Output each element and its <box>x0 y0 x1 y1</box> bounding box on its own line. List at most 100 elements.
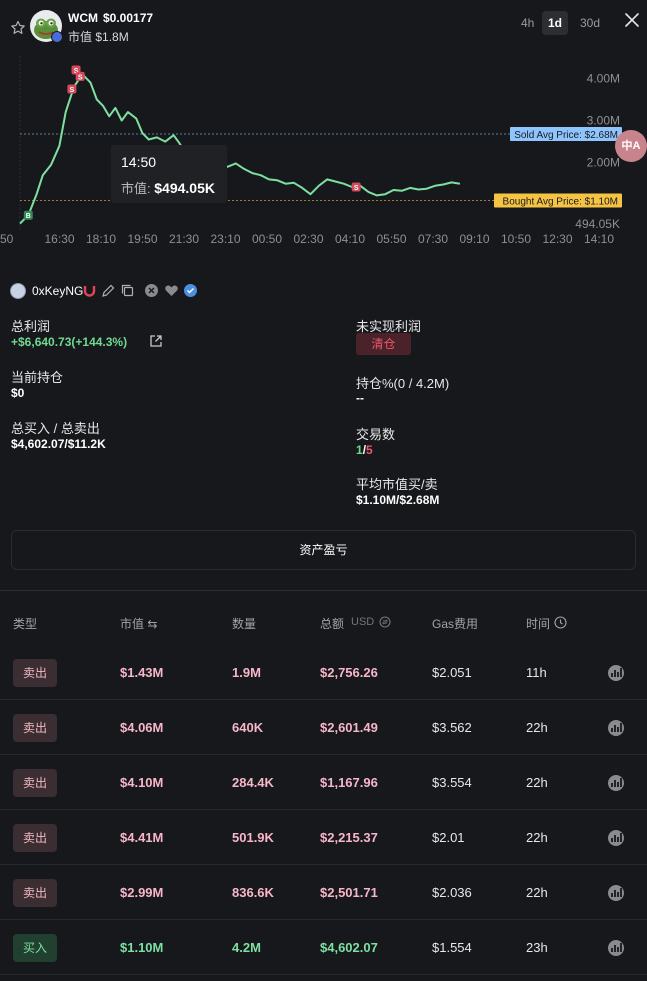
star-outline-icon[interactable] <box>10 20 26 36</box>
chart-icon[interactable] <box>606 663 626 683</box>
sell-marker-label: S <box>78 74 83 81</box>
trade-mcap: $1.10M <box>120 940 164 955</box>
sell-marker-label: S <box>354 185 359 192</box>
tab-range-1d[interactable]: 1d <box>542 11 569 35</box>
total-profit-value: +$6,640.73(+144.3%) <box>11 335 128 349</box>
x-tick-label: 19:50 <box>127 232 157 246</box>
trade-mcap: $4.10M <box>120 775 164 790</box>
table-row[interactable]: 买入 $1.10M 4.2M $4,602.07 $1.554 23h <box>0 920 647 975</box>
translate-float-button[interactable]: 中A <box>615 130 647 162</box>
wallet-name[interactable]: 0xKeyNG <box>32 284 83 298</box>
table-row[interactable]: 卖出 $1.43M 1.9M $2,756.26 $2.051 11h <box>0 645 647 700</box>
buy-sell-total-label: 总买入 / 总卖出 <box>11 421 100 436</box>
trade-mcap: $1.43M <box>120 665 164 680</box>
x-tick-label: 10:50 <box>501 232 531 246</box>
x-tick-label: 50 <box>0 232 14 246</box>
clock-icon[interactable] <box>554 616 567 629</box>
current-holding-value: $0 <box>11 386 25 400</box>
trade-type-tag: 买入 <box>13 934 57 962</box>
trade-qty: 1.9M <box>232 665 261 680</box>
table-row[interactable]: 卖出 $4.41M 501.9K $2,215.37 $2.01 22h <box>0 810 647 865</box>
trade-time: 11h <box>526 665 547 680</box>
col-time: 时间 <box>526 617 551 631</box>
token-symbol: WCM <box>68 11 98 25</box>
trade-total: $2,501.71 <box>320 885 378 900</box>
table-row[interactable]: 卖出 $4.10M 284.4K $1,167.96 $3.554 22h <box>0 755 647 810</box>
chart-icon[interactable] <box>606 883 626 903</box>
trade-time: 22h <box>526 885 548 900</box>
clear-position-button[interactable]: 清仓 <box>356 333 411 355</box>
trade-time: 22h <box>526 830 548 845</box>
current-holding-label: 当前持仓 <box>11 370 64 385</box>
trade-type-tag: 卖出 <box>13 714 57 742</box>
token-mcap: 市值 $1.8M <box>68 30 129 44</box>
trade-total: $2,756.26 <box>320 665 378 680</box>
trade-mcap: $2.99M <box>120 885 164 900</box>
buy-sell-total-value: $4,602.07/$11.2K <box>11 437 106 451</box>
trade-qty: 4.2M <box>232 940 261 955</box>
trade-qty: 501.9K <box>232 830 274 845</box>
chart-icon[interactable] <box>606 828 626 848</box>
x-tick-label: 00:50 <box>252 232 282 246</box>
external-link-icon[interactable] <box>149 334 163 348</box>
chart-tooltip: 14:50 市值: $494.05K <box>111 145 227 203</box>
col-total: 总额 <box>320 617 345 631</box>
asset-pnl-button[interactable]: 资产盈亏 <box>11 530 636 570</box>
trade-time: 22h <box>526 720 548 735</box>
reference-label: Bought Avg Price: $1.10M <box>503 196 618 207</box>
avg-mcap-value: $1.10M/$2.68M <box>356 493 440 507</box>
magnet-icon <box>83 286 96 297</box>
currency-switch-icon[interactable] <box>379 616 391 628</box>
trade-qty: 640K <box>232 720 264 735</box>
chart-icon[interactable] <box>606 773 626 793</box>
reference-label: Sold Avg Price: $2.68M <box>514 130 618 141</box>
tab-range-4h[interactable]: 4h <box>515 11 540 35</box>
chart-icon[interactable] <box>606 938 626 958</box>
heart-icon[interactable] <box>164 283 179 298</box>
x-tick-label: 07:30 <box>418 232 448 246</box>
table-row[interactable]: 卖出 $2.99M 836.6K $2,501.71 $2.036 22h <box>0 865 647 920</box>
trade-type-tag: 卖出 <box>13 769 57 797</box>
col-mcap[interactable]: 市值 ⇆ <box>120 615 157 632</box>
trade-total: $4,602.07 <box>320 940 378 955</box>
y-tick-label: 4.00M <box>587 71 620 85</box>
trade-mcap: $4.06M <box>120 720 164 735</box>
col-qty: 数量 <box>232 617 257 631</box>
x-tick-label: 23:10 <box>210 232 240 246</box>
trades-table-header: 类型 市值 ⇆ 数量 总额 USD Gas费用 时间 <box>0 605 647 637</box>
tab-range-30d[interactable]: 30d <box>574 11 606 35</box>
trade-type-tag: 卖出 <box>13 879 57 907</box>
verified-icon <box>184 284 197 297</box>
section-divider <box>0 590 647 591</box>
trade-type-tag: 卖出 <box>13 659 57 687</box>
trades-value: 1/5 <box>356 443 373 457</box>
edit-icon[interactable] <box>101 283 116 298</box>
holding-pct-label: 持仓%(0 / 4.2M) <box>356 376 450 391</box>
x-icon[interactable] <box>144 283 159 298</box>
col-type: 类型 <box>13 617 38 631</box>
x-tick-label: 02:30 <box>293 232 323 246</box>
market-cap-chart[interactable]: 4.00M 3.00M 2.00M 494.05K 50 16:30 18:10 19:50 2… <box>0 56 647 250</box>
table-row[interactable]: 卖出 $4.06M 640K $2,601.49 $3.562 22h <box>0 700 647 755</box>
x-tick-label: 04:10 <box>335 232 365 246</box>
token-price: $0.00177 <box>103 11 154 25</box>
trade-total: $2,601.49 <box>320 720 378 735</box>
y-tick-label: 3.00M <box>587 114 620 128</box>
chart-icon[interactable] <box>606 718 626 738</box>
tooltip-time: 14:50 <box>121 154 157 170</box>
trade-gas: $1.554 <box>432 940 472 955</box>
x-tick-label: 14:10 <box>584 232 614 246</box>
copy-icon[interactable] <box>120 283 135 298</box>
x-tick-label: 21:30 <box>169 232 199 246</box>
close-icon[interactable] <box>622 10 642 30</box>
trade-gas: $2.051 <box>432 665 472 680</box>
trade-gas: $3.554 <box>432 775 472 790</box>
sell-marker-label: S <box>70 87 75 94</box>
col-total-unit[interactable]: USD <box>351 616 374 628</box>
trade-gas: $2.01 <box>432 830 465 845</box>
x-tick-label: 16:30 <box>44 232 74 246</box>
x-tick-label: 09:10 <box>459 232 489 246</box>
chain-badge-icon <box>51 31 63 43</box>
x-tick-label: 18:10 <box>86 232 116 246</box>
trade-time: 23h <box>526 940 548 955</box>
